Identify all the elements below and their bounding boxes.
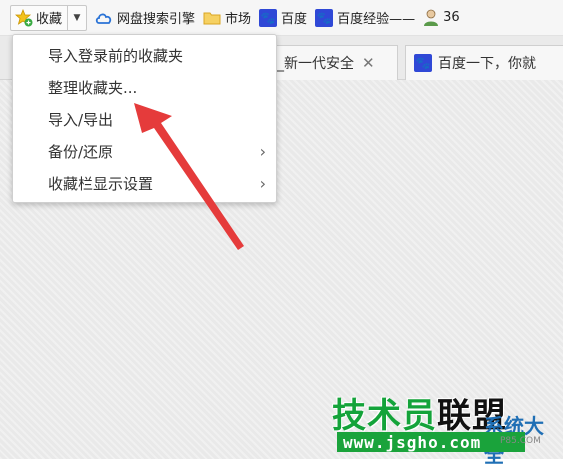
menu-item-import-export[interactable]: 导入/导出 [13,103,276,135]
triangle-down-icon: ▼ [73,12,81,23]
favorites-dropdown-menu: 导入登录前的收藏夹 整理收藏夹... 导入/导出 备份/还原 › 收藏栏显示设置… [12,34,277,203]
favbar-item-label: 百度经验—— [337,12,416,27]
menu-item-organize-favorites[interactable]: 整理收藏夹... [13,71,276,103]
favorites-bar: 收藏 ▼ 网盘搜索引擎 市场 🐾 百度 🐾 百度经验—— 36 [0,0,563,36]
favorites-button-group: 收藏 ▼ [10,4,88,31]
cloud-icon [95,11,113,25]
watermark: 技术员联盟 系统大全 www.jsgho.com P85.COM [332,388,562,467]
favbar-item-baidu[interactable]: 🐾 百度 [259,5,307,31]
tab-title: _新一代安全 [277,56,354,72]
user-icon [423,9,439,27]
favorites-label: 收藏 [36,12,63,27]
chevron-right-icon: › [259,173,266,193]
chevron-right-icon: › [259,141,266,161]
star-plus-icon [15,8,33,27]
tab-title: 百度一下，你就 [438,56,536,72]
menu-item-favbar-display-settings[interactable]: 收藏栏显示设置 › [13,167,276,199]
favbar-item-label: 36 [443,10,460,25]
favbar-item-baidu-jingyan[interactable]: 🐾 百度经验—— [315,5,415,31]
favbar-item-label: 百度 [281,12,308,27]
browser-tab[interactable]: 🐾 百度一下，你就 [405,45,563,80]
browser-tab[interactable]: _新一代安全 ✕ [268,45,398,80]
favbar-item-user[interactable]: 36 [423,5,460,31]
favorites-dropdown-button[interactable]: ▼ [67,5,86,30]
baidu-paw-icon: 🐾 [414,54,432,72]
favbar-item-label: 网盘搜索引擎 [117,12,196,27]
favbar-item-netdisk[interactable]: 网盘搜索引擎 [95,5,195,31]
menu-item-import-before-login[interactable]: 导入登录前的收藏夹 [13,39,276,71]
watermark-title: 技术员联盟 [332,396,507,436]
menu-item-label: 备份/还原 [48,142,114,161]
baidu-paw-icon: 🐾 [315,8,334,27]
favorites-button[interactable]: 收藏 [11,6,67,30]
close-icon[interactable]: ✕ [362,54,375,72]
menu-item-backup-restore[interactable]: 备份/还原 › [13,135,276,167]
baidu-paw-icon: 🐾 [259,8,278,27]
menu-item-label: 导入登录前的收藏夹 [48,46,184,65]
menu-item-label: 导入/导出 [48,110,114,129]
menu-item-label: 整理收藏夹... [48,78,138,97]
watermark-small-text: P85.COM [500,436,541,446]
watermark-url: www.jsgho.com [337,432,525,452]
favbar-item-label: 市场 [225,12,252,27]
folder-icon [203,10,221,25]
menu-item-label: 收藏栏显示设置 [48,174,154,193]
favbar-item-market[interactable]: 市场 [203,5,251,31]
